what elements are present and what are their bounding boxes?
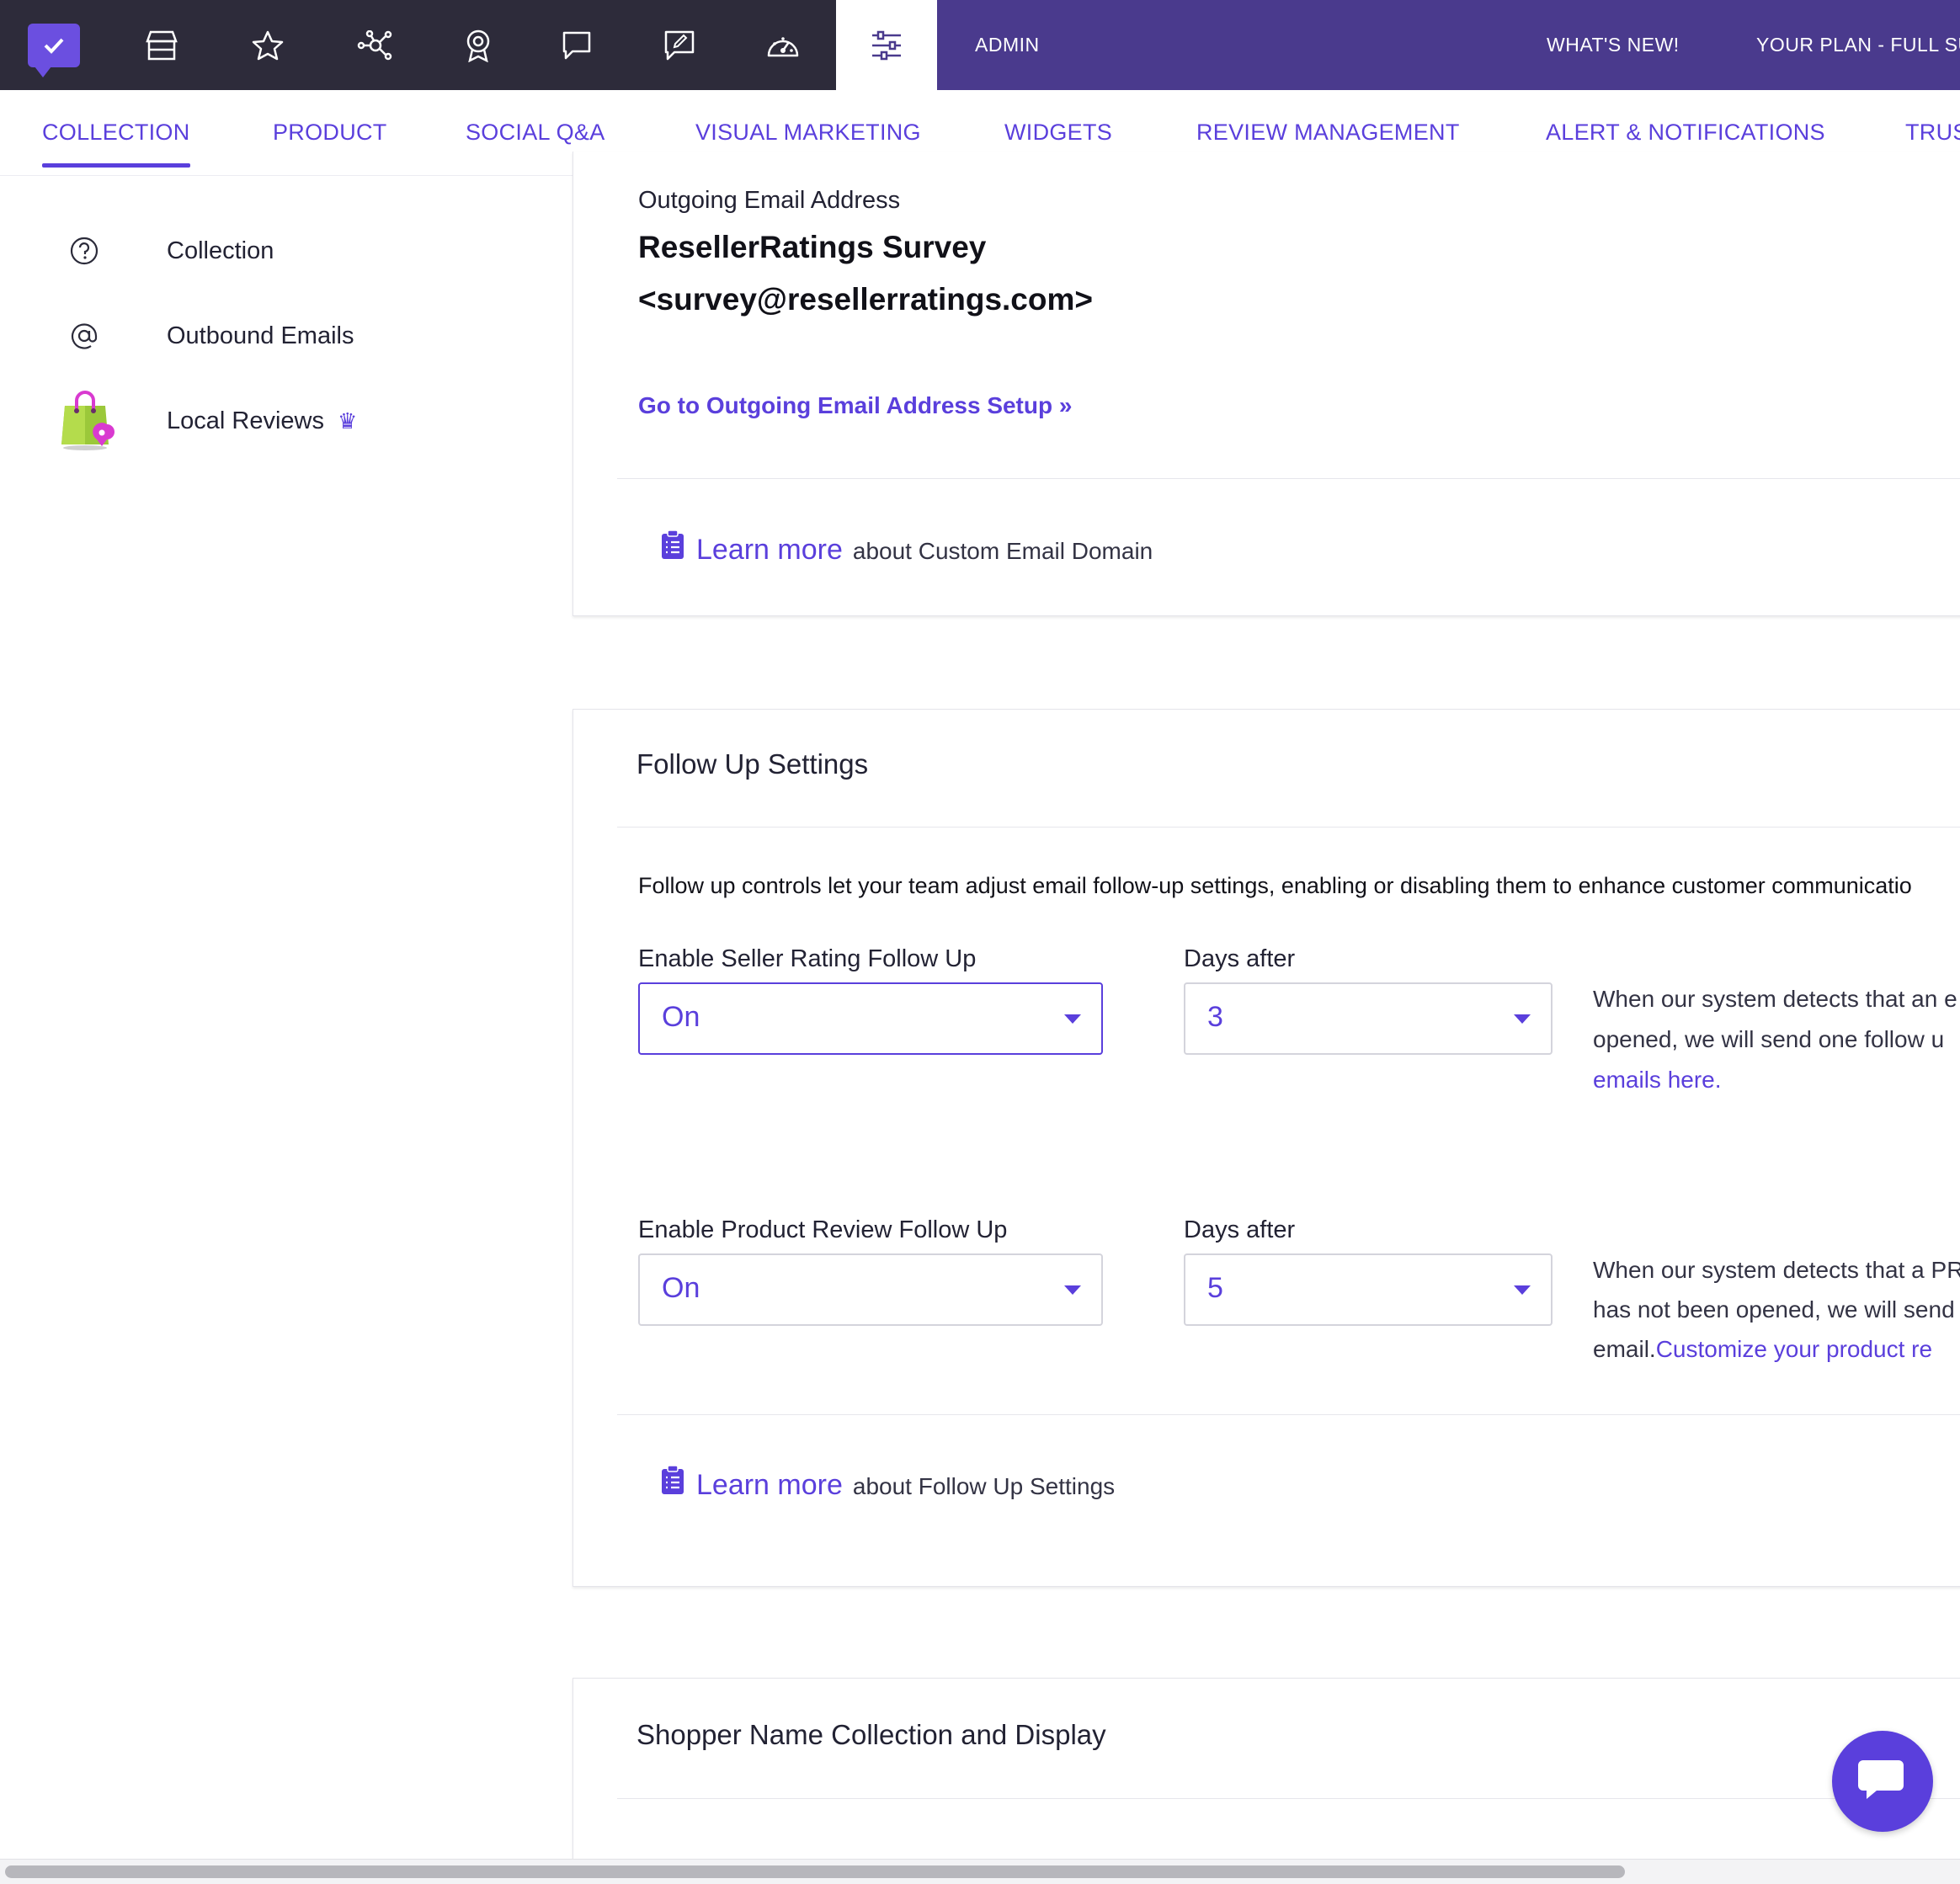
sidebar-item-label: Local Reviews ♛ <box>167 407 357 435</box>
crown-icon: ♛ <box>337 407 358 434</box>
seller-days-after-select[interactable]: 3 <box>1184 982 1553 1055</box>
whats-new-link[interactable]: WHAT'S NEW! <box>1547 0 1680 90</box>
product-follow-up-value: On <box>662 1272 700 1304</box>
chat-bubble-icon <box>1856 1755 1909 1808</box>
dashboard-icon[interactable] <box>748 0 818 90</box>
clipboard-icon <box>661 530 684 563</box>
card-divider <box>617 827 1960 828</box>
chevron-down-icon <box>1514 1285 1531 1295</box>
seller-follow-up-value: On <box>662 1001 700 1033</box>
seller-days-after-value: 3 <box>1207 1001 1223 1033</box>
card-divider <box>617 478 1960 479</box>
product-help-line: has not been opened, we will send <box>1593 1296 1955 1323</box>
product-follow-up-help: When our system detects that a PR has no… <box>1593 1250 1960 1369</box>
tab-alert-notifications[interactable]: ALERT & NOTIFICATIONS <box>1546 120 1825 146</box>
shopper-name-card: Shopper Name Collection and Display <box>573 1678 1960 1884</box>
chevron-down-icon <box>1064 1285 1081 1295</box>
learn-more-link[interactable]: Learn more <box>696 1469 843 1502</box>
product-help-link[interactable]: Customize your product re <box>1656 1336 1932 1362</box>
tab-product[interactable]: PRODUCT <box>273 120 387 146</box>
outgoing-email-setup-link[interactable]: Go to Outgoing Email Address Setup » <box>638 392 1072 419</box>
chevron-down-icon <box>1064 1014 1081 1024</box>
learn-more-follow-up: Learn more about Follow Up Settings <box>661 1465 1116 1502</box>
clipboard-icon <box>661 1465 684 1498</box>
learn-more-topic: about Follow Up Settings <box>852 1473 1116 1499</box>
store-icon[interactable] <box>126 0 197 90</box>
seller-follow-up-label: Enable Seller Rating Follow Up <box>638 945 977 972</box>
sidebar-item-collection[interactable]: Collection <box>0 226 505 276</box>
learn-more-topic: about Custom Email Domain <box>852 538 1153 564</box>
seller-help-line: When our system detects that an e <box>1593 986 1957 1012</box>
local-reviews-label: Local Reviews <box>167 407 324 434</box>
sidebar-item-local-reviews[interactable]: Local Reviews ♛ <box>0 391 505 450</box>
tab-collection[interactable]: COLLECTION <box>42 120 190 168</box>
tab-visual-marketing[interactable]: VISUAL MARKETING <box>695 120 921 146</box>
sidebar-item-outbound-emails[interactable]: Outbound Emails <box>0 311 505 361</box>
outgoing-email-name: ResellerRatings Survey <box>638 230 987 264</box>
card-divider <box>617 1798 1960 1799</box>
product-days-after-value: 5 <box>1207 1272 1223 1304</box>
at-sign-icon <box>66 317 103 354</box>
question-circle-icon <box>66 232 103 269</box>
award-icon[interactable] <box>443 0 514 90</box>
shopping-bag-location-icon <box>57 391 118 451</box>
product-help-line: When our system detects that a PR <box>1593 1257 1960 1283</box>
product-help-line: email.Customize your product re <box>1593 1329 1960 1369</box>
edit-bubble-icon[interactable] <box>644 0 715 90</box>
product-days-after-select[interactable]: 5 <box>1184 1253 1553 1326</box>
logo-check-icon[interactable] <box>0 0 107 90</box>
follow-up-settings-card: Follow Up Settings Follow up controls le… <box>573 709 1960 1587</box>
chevron-down-icon <box>1514 1014 1531 1024</box>
scrollbar-thumb[interactable] <box>5 1865 1625 1878</box>
tab-review-management[interactable]: REVIEW MANAGEMENT <box>1196 120 1460 146</box>
product-follow-up-label: Enable Product Review Follow Up <box>638 1216 1008 1243</box>
your-plan-link[interactable]: YOUR PLAN - FULL SU <box>1756 0 1960 90</box>
product-follow-up-select[interactable]: On <box>638 1253 1103 1326</box>
top-icon-strip <box>0 0 836 90</box>
shopper-name-title: Shopper Name Collection and Display <box>636 1719 1106 1750</box>
tab-widgets[interactable]: WIDGETS <box>1004 120 1112 146</box>
sidebar-item-label: Outbound Emails <box>167 322 354 349</box>
learn-more-link[interactable]: Learn more <box>696 534 843 567</box>
sidebar-item-label: Collection <box>167 237 274 264</box>
top-purple-band: ADMIN WHAT'S NEW! YOUR PLAN - FULL SU <box>937 0 1960 90</box>
product-days-after-label: Days after <box>1184 1216 1296 1243</box>
seller-days-after-label: Days after <box>1184 945 1296 972</box>
top-navigation-bar: ADMIN WHAT'S NEW! YOUR PLAN - FULL SU <box>0 0 1960 90</box>
product-help-prefix: email. <box>1593 1336 1656 1362</box>
seller-follow-up-help: When our system detects that an e opened… <box>1593 979 1957 1100</box>
tab-social-qa[interactable]: SOCIAL Q&A <box>466 120 605 146</box>
seller-help-line: opened, we will send one follow u <box>1593 1026 1945 1052</box>
outgoing-email-card: Outgoing Email Address ResellerRatings S… <box>573 152 1960 616</box>
card-divider <box>617 1414 1960 1415</box>
chat-icon[interactable] <box>541 0 612 90</box>
network-icon[interactable] <box>340 0 411 90</box>
tab-trust[interactable]: TRUS <box>1905 120 1960 146</box>
outgoing-email-address: <survey@resellerratings.com> <box>638 282 1093 317</box>
chat-widget-button[interactable] <box>1832 1731 1933 1832</box>
star-icon[interactable] <box>232 0 303 90</box>
horizontal-scrollbar[interactable] <box>0 1859 1960 1884</box>
seller-follow-up-select[interactable]: On <box>638 982 1103 1055</box>
learn-more-custom-domain: Learn more about Custom Email Domain <box>661 530 1153 567</box>
seller-help-link[interactable]: emails here. <box>1593 1060 1957 1100</box>
follow-up-title: Follow Up Settings <box>636 748 869 780</box>
outgoing-email-label: Outgoing Email Address <box>638 187 901 214</box>
admin-link[interactable]: ADMIN <box>975 0 1040 90</box>
follow-up-description: Follow up controls let your team adjust … <box>638 873 1912 898</box>
sliders-icon[interactable] <box>836 0 937 90</box>
